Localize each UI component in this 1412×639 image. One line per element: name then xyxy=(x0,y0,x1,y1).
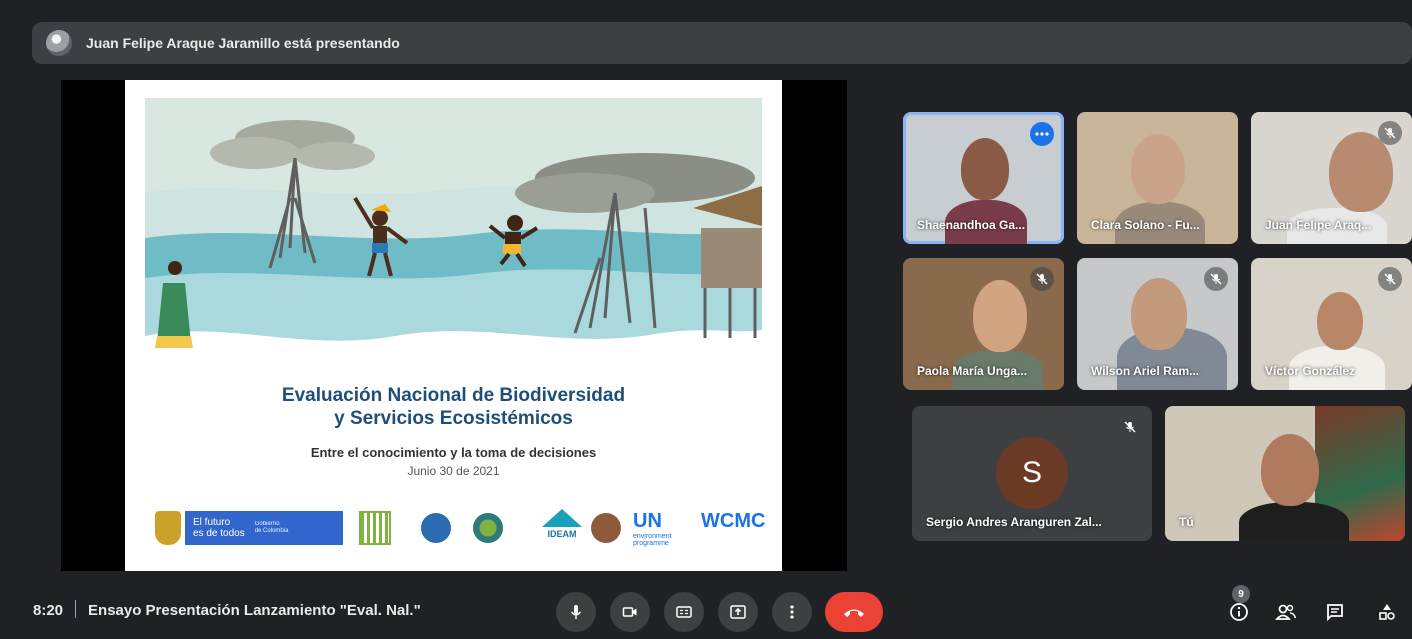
presentation-stage[interactable]: Evaluación Nacional de Biodiversidad y S… xyxy=(61,80,847,571)
participant-avatar: S xyxy=(996,437,1068,509)
meeting-info: 8:20 Ensayo Presentación Lanzamiento "Eva… xyxy=(33,600,421,619)
mic-button[interactable] xyxy=(556,592,596,632)
people-button[interactable] xyxy=(1269,595,1303,629)
participant-name: Juan Felipe Araq... xyxy=(1265,218,1372,232)
mic-icon xyxy=(570,605,582,619)
meeting-time: 8:20 xyxy=(33,602,64,619)
divider xyxy=(75,600,77,618)
participant-tile[interactable]: Wilson Ariel Ram... xyxy=(1077,258,1238,390)
chat-icon xyxy=(1327,604,1343,622)
captions-icon xyxy=(676,606,692,618)
participant-tile[interactable]: Clara Solano - Fu... xyxy=(1077,112,1238,244)
mic-off-icon xyxy=(1030,267,1054,291)
present-icon xyxy=(730,605,746,619)
more-vert-icon xyxy=(790,605,794,619)
un-environment-logo: UN xyxy=(633,510,662,532)
camera-icon xyxy=(622,607,637,617)
presenter-text: Juan Felipe Araque Jaramillo está presen… xyxy=(86,35,400,51)
participant-name: Tú xyxy=(1179,515,1194,529)
camera-button[interactable] xyxy=(610,592,650,632)
captions-button[interactable] xyxy=(664,592,704,632)
un-environment-subtext: environment programme xyxy=(633,533,672,547)
participant-name: Sergio Andres Aranguren Zal... xyxy=(926,515,1102,529)
presentation-slide: Evaluación Nacional de Biodiversidad y S… xyxy=(125,80,782,571)
more-options-button[interactable] xyxy=(772,592,812,632)
ideam-logo: IDEAM xyxy=(537,509,587,549)
participant-tile[interactable]: Paola María Unga... xyxy=(903,258,1064,390)
end-call-button[interactable] xyxy=(825,592,883,632)
slide-date: Junio 30 de 2021 xyxy=(407,464,500,478)
mic-off-icon xyxy=(1118,415,1142,439)
plant-logo-icon xyxy=(359,511,391,545)
chat-button[interactable] xyxy=(1318,595,1352,629)
mic-off-icon xyxy=(1378,267,1402,291)
more-options-icon[interactable] xyxy=(1030,122,1054,146)
participant-tile[interactable]: Víctor González xyxy=(1251,258,1412,390)
round-emblem-logo-icon xyxy=(473,513,503,543)
info-icon xyxy=(1230,603,1248,621)
activities-button[interactable] xyxy=(1370,595,1404,629)
colombia-crest-icon xyxy=(155,511,181,545)
participant-name: Paola María Unga... xyxy=(917,364,1028,378)
bottom-toolbar: 8:20 Ensayo Presentación Lanzamiento "Eva… xyxy=(0,585,1412,639)
wcmc-logo: WCMC xyxy=(701,510,766,532)
gobierno-colombia-logo: El futuro es de todos Gobierno de Colombia xyxy=(155,509,343,547)
presenter-banner: Juan Felipe Araque Jaramillo está presen… xyxy=(32,22,1412,64)
mic-off-icon xyxy=(1378,121,1402,145)
participant-name: Wilson Ariel Ram... xyxy=(1091,364,1200,378)
slide-illustration xyxy=(145,98,762,368)
presenter-avatar xyxy=(46,30,72,56)
participant-name: Shaenandhoa Ga... xyxy=(917,218,1026,232)
participant-name: Víctor González xyxy=(1265,364,1356,378)
meeting-title: Ensayo Presentación Lanzamiento "Eval. N… xyxy=(88,602,421,619)
participant-tile-self[interactable]: Tú xyxy=(1165,406,1405,541)
sponsor-logos: El futuro es de todos Gobierno de Colombia… xyxy=(155,505,765,550)
participant-tile[interactable]: S Sergio Andres Aranguren Zal... xyxy=(912,406,1152,541)
blue-seal-logo-icon xyxy=(421,513,451,543)
slide-subtitle: Entre el conocimiento y la toma de decis… xyxy=(310,445,597,460)
end-call-icon xyxy=(844,609,864,617)
people-count-badge: 9 xyxy=(1232,585,1250,603)
brain-logo-icon xyxy=(591,513,621,543)
people-icon xyxy=(1275,604,1297,620)
present-button[interactable] xyxy=(718,592,758,632)
slide-title: Evaluación Nacional de Biodiversidad y S… xyxy=(281,385,626,429)
activities-icon xyxy=(1379,604,1395,620)
participant-tile[interactable]: Shaenandhoa Ga... xyxy=(903,112,1064,244)
participant-tile[interactable]: Juan Felipe Araq... xyxy=(1251,112,1412,244)
mic-off-icon xyxy=(1204,267,1228,291)
participant-name: Clara Solano - Fu... xyxy=(1091,218,1200,232)
